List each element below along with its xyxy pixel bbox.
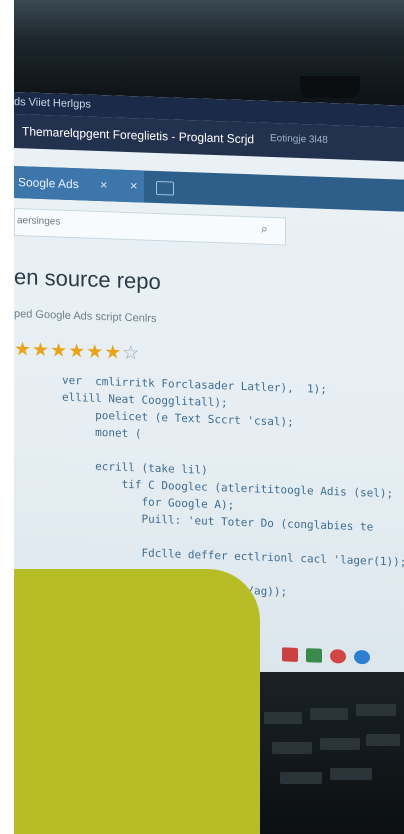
new-tab-icon[interactable] [156, 180, 174, 196]
star-filled-icon: ★ [14, 339, 33, 361]
accent-block [0, 569, 260, 834]
address-bar-text: Themarelqpgent Foreglietis - Proglant Sc… [22, 124, 255, 147]
os-title-text: ds Viiet Herlgps [14, 96, 91, 111]
left-edge-bar [0, 0, 14, 834]
app-icon[interactable] [282, 647, 298, 662]
star-filled-icon: ★ [104, 342, 123, 364]
star-filled-icon: ★ [50, 340, 69, 362]
close-icon[interactable]: × [130, 178, 138, 193]
star-empty-icon: ☆ [122, 342, 141, 365]
app-icon[interactable] [306, 648, 322, 663]
search-placeholder: aersinges [17, 215, 61, 228]
tab-label: Soogle Ads [18, 175, 79, 192]
page-title: en source repo [14, 264, 161, 295]
star-filled-icon: ★ [86, 341, 105, 364]
app-icon[interactable] [354, 649, 370, 665]
search-icon[interactable]: ⌕ [261, 222, 268, 237]
close-icon[interactable]: × [100, 177, 108, 192]
page-subtitle: ped Google Ads script Cenlrs [14, 308, 157, 325]
camera-notch [300, 76, 360, 98]
key [310, 708, 348, 720]
star-filled-icon: ★ [32, 339, 51, 362]
star-filled-icon: ★ [68, 340, 87, 363]
tab-strip: Soogle Ads × × [14, 166, 404, 212]
key [280, 772, 322, 784]
key [330, 768, 372, 780]
key [366, 734, 400, 746]
key [356, 704, 396, 716]
key [320, 738, 360, 750]
search-input[interactable]: aersinges ⌕ [14, 208, 286, 246]
key [264, 712, 302, 724]
key [272, 742, 312, 754]
address-bar-extra: Eotingje 3l48 [270, 132, 328, 146]
tab-google-ads[interactable]: Soogle Ads × × [14, 166, 144, 203]
app-icon[interactable] [330, 649, 346, 664]
star-rating: ★★★★★★☆ [14, 338, 140, 365]
